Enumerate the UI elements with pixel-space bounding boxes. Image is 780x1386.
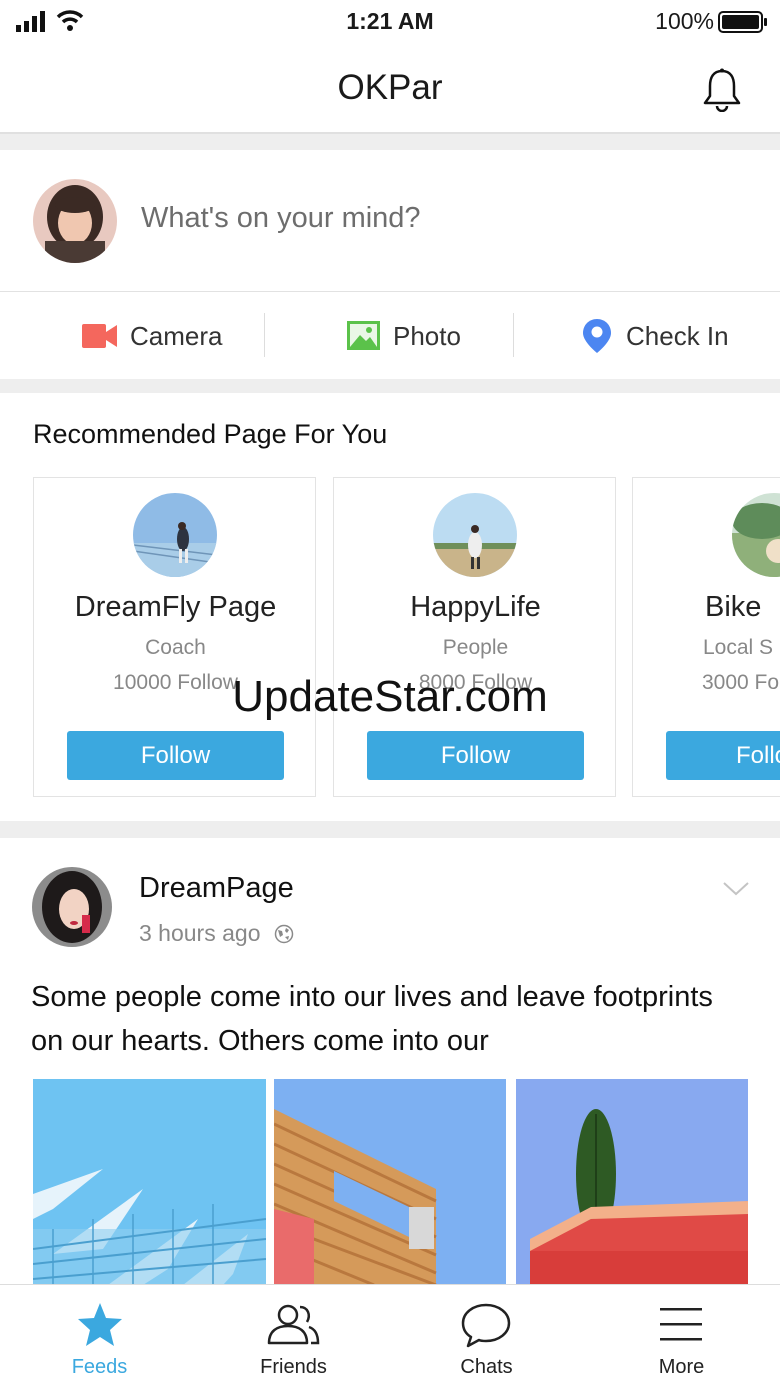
app-title: OKPar — [337, 68, 443, 107]
check-in-label: Check In — [626, 320, 729, 351]
follow-button[interactable]: Follo — [666, 731, 780, 780]
camera-label: Camera — [130, 320, 223, 351]
tab-more[interactable]: More — [584, 1285, 779, 1386]
camera-button[interactable]: Camera — [82, 293, 222, 379]
camera-icon — [82, 324, 117, 348]
page-avatar[interactable] — [732, 493, 780, 577]
menu-icon — [660, 1308, 702, 1341]
tab-label: Friends — [260, 1356, 327, 1378]
status-bar: 1:21 AM 100% — [0, 0, 780, 44]
follow-button[interactable]: Follow — [67, 731, 284, 780]
page-followers: 10000 Follow — [113, 671, 238, 694]
page-name: HappyLife — [410, 591, 541, 623]
page-card[interactable]: DreamFly Page Coach 10000 Follow Follow — [33, 477, 316, 797]
divider — [513, 313, 514, 357]
post-meta: 3 hours ago — [139, 920, 294, 947]
page-name: DreamFly Page — [74, 591, 277, 623]
page-category: People — [442, 636, 509, 659]
feed-post: DreamPage 3 hours ago Some people come i… — [0, 838, 780, 1285]
notification-bell-icon[interactable] — [702, 68, 742, 112]
page-category: Coach — [145, 636, 206, 659]
tab-label: Chats — [460, 1356, 513, 1378]
divider — [264, 313, 265, 357]
post-composer[interactable]: What's on your mind? — [0, 150, 780, 292]
photo-icon — [347, 321, 380, 350]
post-photo[interactable] — [274, 1079, 506, 1285]
tab-feeds[interactable]: Feeds — [2, 1285, 197, 1386]
post-author[interactable]: DreamPage — [139, 872, 294, 905]
page-followers: 8000 Follow — [418, 671, 533, 694]
page-avatar[interactable] — [133, 493, 217, 577]
battery-icon — [718, 11, 767, 33]
page-name: Bike — [705, 591, 762, 623]
battery-percentage: 100% — [655, 8, 714, 34]
recommended-heading: Recommended Page For You — [33, 419, 388, 449]
composer-placeholder[interactable]: What's on your mind? — [141, 202, 421, 235]
post-text: Some people come into our lives and leav… — [31, 981, 713, 1057]
chevron-down-icon[interactable] — [722, 880, 750, 898]
page-category: Local S — [703, 636, 774, 659]
photo-label: Photo — [393, 320, 461, 351]
quick-actions: Camera Photo Check In — [0, 293, 780, 379]
section-gap — [0, 821, 780, 838]
page-card[interactable]: HappyLife People 8000 Follow Follow — [333, 477, 616, 797]
globe-icon — [275, 924, 294, 943]
tab-friends[interactable]: Friends — [196, 1285, 391, 1386]
check-in-button[interactable]: Check In — [582, 293, 729, 379]
post-photo[interactable] — [516, 1079, 748, 1285]
chat-bubble-icon — [461, 1303, 511, 1348]
tab-chats[interactable]: Chats — [389, 1285, 584, 1386]
star-icon — [78, 1303, 122, 1346]
post-time: 3 hours ago — [139, 920, 261, 946]
section-gap — [0, 379, 780, 393]
friends-icon — [267, 1304, 320, 1345]
location-pin-icon — [583, 319, 611, 353]
author-avatar[interactable] — [32, 867, 112, 947]
follow-button[interactable]: Follow — [367, 731, 584, 780]
app-header: OKPar — [0, 44, 780, 134]
user-avatar[interactable] — [33, 179, 117, 263]
recommended-pages: Recommended Page For You DreamFly Page C… — [0, 393, 780, 821]
tab-label: Feeds — [71, 1356, 128, 1378]
post-photo[interactable] — [33, 1079, 266, 1285]
page-card[interactable]: Bike Local S 3000 Fo Follo — [632, 477, 780, 797]
page-followers: 3000 Fo — [702, 671, 780, 694]
section-gap — [0, 134, 780, 150]
page-avatar[interactable] — [433, 493, 517, 577]
tab-bar: Feeds Friends Chats More — [0, 1284, 780, 1386]
photo-button[interactable]: Photo — [347, 293, 461, 379]
tab-label: More — [658, 1356, 705, 1378]
